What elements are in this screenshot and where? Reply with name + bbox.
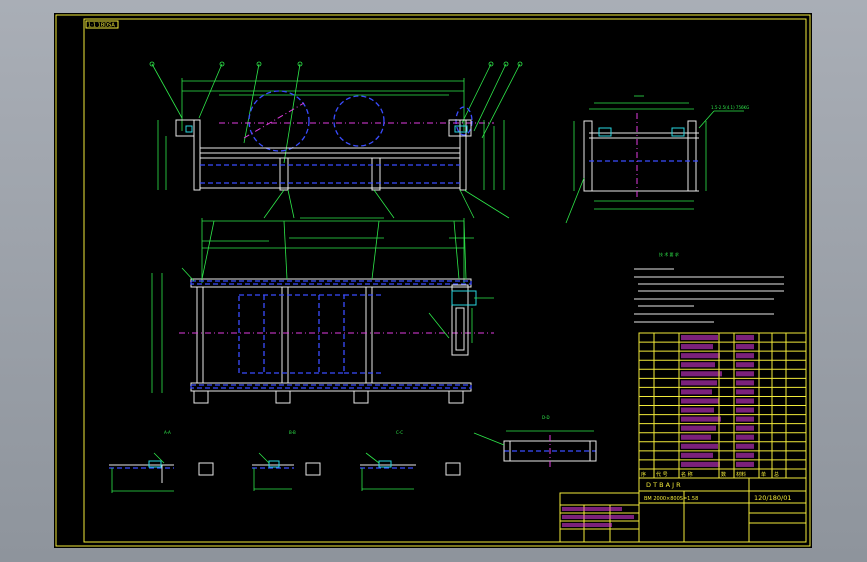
section-label-b: B-B xyxy=(289,430,296,435)
section-label-a: A-A xyxy=(164,430,171,435)
side-view: 1.5-2.5(4.1) 756KG xyxy=(565,95,749,224)
bom-header-cell: 单 xyxy=(761,471,766,478)
technical-notes: 技 术 要 求 xyxy=(634,251,784,323)
bill-of-materials: 序 代 号 名 称 数 材料 单 总 xyxy=(638,332,807,479)
drawing-title: D T B A J R xyxy=(646,481,681,489)
bom-header-cell: 名 称 xyxy=(681,471,693,478)
bom-header-cell: 数 xyxy=(721,471,726,478)
drawing-sheet: 1:1 1BDSA 1.5-2.5(4.1) 756KG A-A B-B C-C… xyxy=(54,13,812,548)
drawing-spec: BM 2000×800S=1.58 xyxy=(644,496,698,502)
notes-title: 技 术 要 求 xyxy=(659,251,679,257)
bom-header-cell: 序 xyxy=(641,471,646,478)
zone-tag: 1:1 1BDSA xyxy=(88,23,115,29)
side-view-callout: 1.5-2.5(4.1) 756KG xyxy=(711,105,749,110)
section-label-d: D-D xyxy=(542,415,550,420)
section-label-c: C-C xyxy=(396,430,403,435)
front-view xyxy=(149,61,523,219)
cad-viewport: 1:1 1BDSA 1.5-2.5(4.1) 756KG A-A B-B C-C… xyxy=(0,0,867,562)
bom-header-cell: 材料 xyxy=(736,471,746,478)
section-details: A-A B-B C-C D-D xyxy=(109,415,597,493)
title-block: D T B A J R 120/180/01 BM 2000×800S=1.58 xyxy=(559,477,807,543)
drawing-number: 120/180/01 xyxy=(754,494,791,502)
engineering-drawing: 1:1 1BDSA 1.5-2.5(4.1) 756KG A-A B-B C-C… xyxy=(55,14,811,547)
bom-header-cell: 代 号 xyxy=(656,471,668,478)
plan-view xyxy=(151,218,494,404)
bom-header-cell: 总 xyxy=(774,471,779,478)
